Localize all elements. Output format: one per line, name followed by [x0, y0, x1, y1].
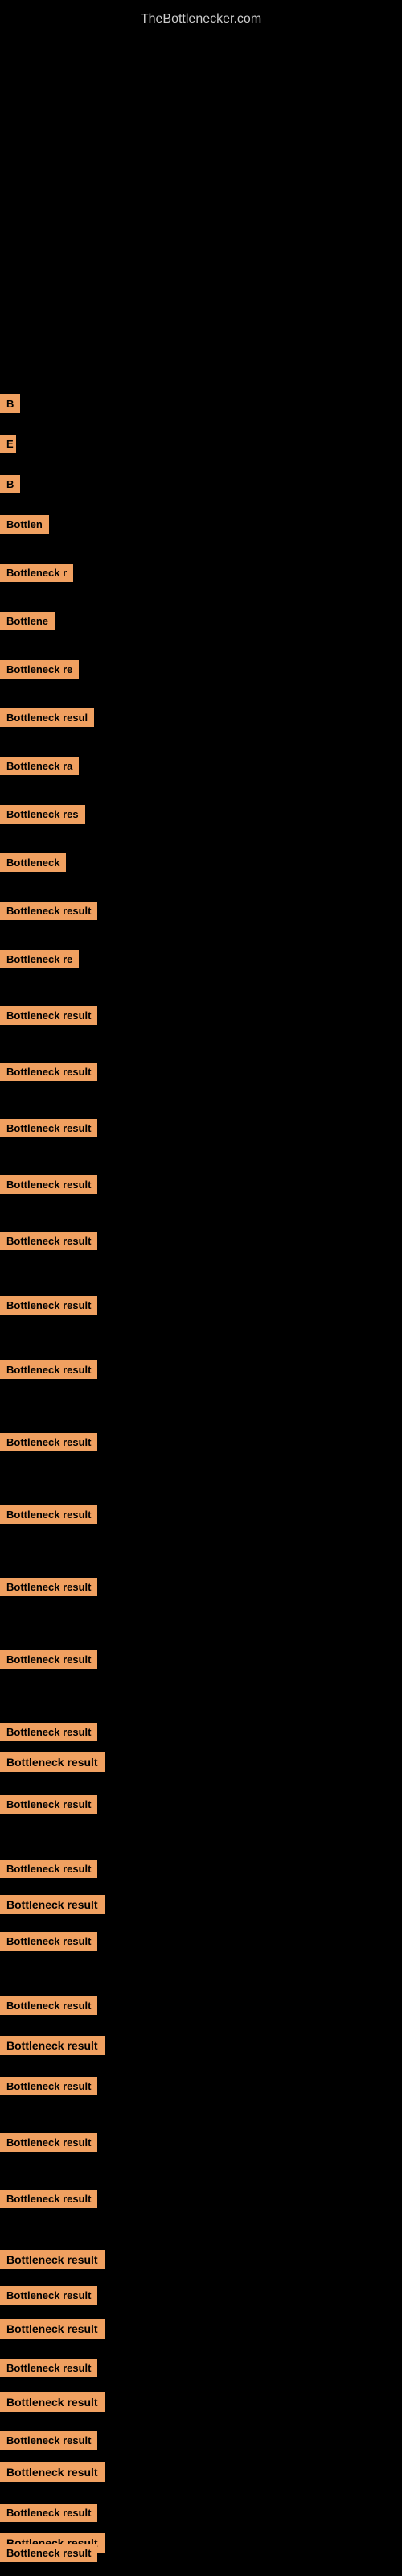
- bottleneck-label: Bottleneck: [0, 853, 66, 872]
- bottleneck-label: Bottleneck result: [0, 2077, 97, 2095]
- bottleneck-label: Bottleneck result: [0, 2359, 97, 2377]
- bottleneck-label: Bottleneck result: [0, 2431, 97, 2450]
- bottleneck-label: Bottleneck result: [0, 2462, 105, 2482]
- bottleneck-label: Bottleneck ra: [0, 757, 79, 775]
- bottleneck-label: Bottleneck result: [0, 2286, 97, 2305]
- bottleneck-label: Bottleneck result: [0, 1795, 97, 1814]
- bottleneck-label: Bottleneck result: [0, 2504, 97, 2522]
- bottleneck-label: Bottleneck result: [0, 1650, 97, 1669]
- bottleneck-label: B: [0, 394, 20, 413]
- bottleneck-label: Bottleneck result: [0, 1996, 97, 2015]
- bottleneck-label: Bottlene: [0, 612, 55, 630]
- bottleneck-label: Bottleneck result: [0, 2319, 105, 2339]
- bottleneck-label: Bottleneck result: [0, 1505, 97, 1524]
- bottleneck-label: Bottleneck re: [0, 950, 79, 968]
- bottleneck-label: Bottleneck result: [0, 1232, 97, 1250]
- bottleneck-label: Bottleneck result: [0, 2190, 97, 2208]
- bottleneck-label: Bottleneck result: [0, 1175, 97, 1194]
- bottleneck-label: Bottleneck re: [0, 660, 79, 679]
- bottleneck-label: Bottleneck result: [0, 1063, 97, 1081]
- bottleneck-label: Bottleneck result: [0, 1006, 97, 1025]
- bottleneck-label: Bottleneck result: [0, 1578, 97, 1596]
- bottleneck-label: Bottleneck result: [0, 1860, 97, 1878]
- bottleneck-label: B: [0, 475, 20, 493]
- bottleneck-label: Bottleneck result: [0, 2544, 97, 2562]
- bottleneck-label: Bottleneck result: [0, 902, 97, 920]
- bottleneck-label: Bottleneck result: [0, 1932, 97, 1951]
- bottleneck-label: Bottleneck resul: [0, 708, 94, 727]
- bottleneck-label: Bottleneck result: [0, 1296, 97, 1315]
- bottleneck-label: Bottleneck result: [0, 1360, 97, 1379]
- bottleneck-label: Bottleneck res: [0, 805, 85, 824]
- bottleneck-label: Bottlen: [0, 515, 49, 534]
- bottleneck-label: Bottleneck result: [0, 2250, 105, 2269]
- bottleneck-label: Bottleneck result: [0, 1119, 97, 1137]
- bottleneck-label: Bottleneck result: [0, 1723, 97, 1741]
- bottleneck-label: Bottleneck result: [0, 2133, 97, 2152]
- bottleneck-label: Bottleneck result: [0, 2036, 105, 2055]
- bottleneck-label: Bottleneck r: [0, 564, 73, 582]
- bottleneck-label: Bottleneck result: [0, 1752, 105, 1772]
- site-title: TheBottlenecker.com: [0, 4, 402, 35]
- bottleneck-label: Bottleneck result: [0, 1433, 97, 1451]
- bottleneck-label: Bottleneck result: [0, 1895, 105, 1914]
- bottleneck-label: Bottleneck result: [0, 2392, 105, 2412]
- bottleneck-label: E: [0, 435, 16, 453]
